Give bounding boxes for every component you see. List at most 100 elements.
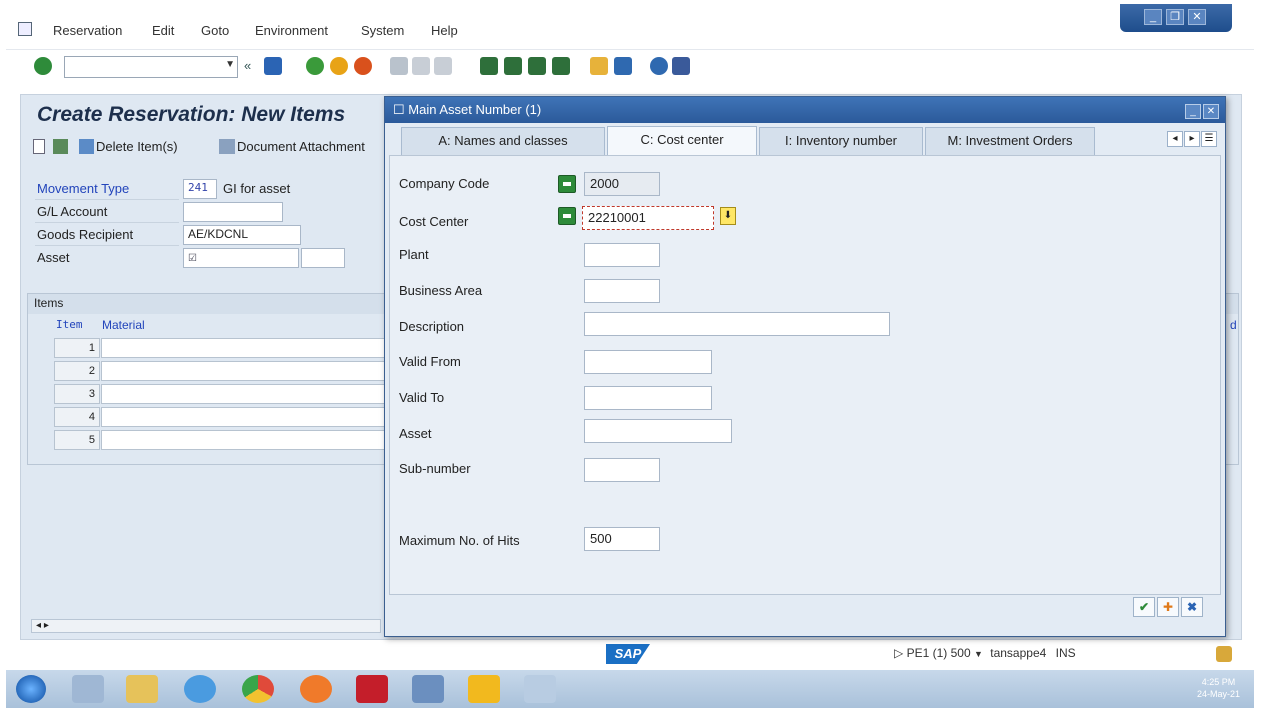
document-attachment-button[interactable]: Document Attachment [237, 139, 365, 154]
gl-account-input[interactable] [183, 202, 283, 222]
scroll-left-icon[interactable]: ◂ [36, 620, 41, 631]
close-icon[interactable]: ✕ [1188, 9, 1206, 25]
previous-page-icon[interactable] [504, 57, 522, 75]
matchcode-icon[interactable] [558, 175, 576, 193]
dialog-title: Main Asset Number (1) [408, 102, 542, 117]
enter-icon[interactable] [34, 57, 52, 75]
details-icon[interactable] [53, 139, 68, 154]
tab-cost-center[interactable]: C: Cost center [607, 126, 757, 156]
cancel-icon[interactable]: ✖ [1181, 597, 1203, 617]
lock-icon[interactable] [1216, 646, 1232, 662]
new-document-icon[interactable] [33, 139, 45, 154]
movement-type-label: Movement Type [37, 181, 130, 196]
help-icon[interactable] [650, 57, 668, 75]
menu-goto[interactable]: Goto [201, 23, 229, 38]
system-clock[interactable]: 4:25 PM 24-May-21 [1197, 676, 1240, 700]
tab-scroll-right-icon[interactable]: ▸ [1184, 131, 1200, 147]
plant-label: Plant [399, 247, 429, 262]
material-cell[interactable] [101, 430, 391, 450]
valid-from-input[interactable] [584, 350, 712, 374]
file-explorer-icon[interactable] [126, 675, 158, 703]
menu-reservation[interactable]: Reservation [53, 23, 122, 38]
first-page-icon[interactable] [480, 57, 498, 75]
movement-type-text: GI for asset [223, 181, 291, 196]
menu-help[interactable]: Help [431, 23, 458, 38]
row-number: 1 [54, 338, 100, 358]
dialog-close-icon[interactable]: ✕ [1203, 104, 1219, 119]
sap-logon-icon[interactable] [412, 675, 444, 703]
next-page-icon[interactable] [528, 57, 546, 75]
tab-inventory-number[interactable]: I: Inventory number [759, 127, 923, 155]
print-icon[interactable] [390, 57, 408, 75]
sap-gui-icon[interactable] [468, 675, 500, 703]
movement-type-input[interactable]: 241 [183, 179, 217, 199]
last-page-icon[interactable] [552, 57, 570, 75]
value-help-icon[interactable]: ⬇ [720, 207, 736, 225]
cancel-icon[interactable] [354, 57, 372, 75]
matchcode-icon[interactable] [558, 207, 576, 225]
back-icon[interactable] [306, 57, 324, 75]
goods-recipient-input[interactable]: AE/KDCNL [183, 225, 301, 245]
scroll-right-icon[interactable]: ▸ [44, 620, 49, 631]
description-input[interactable] [584, 312, 890, 336]
material-cell[interactable] [101, 407, 391, 427]
column-header-item[interactable]: Item [56, 318, 83, 331]
session-icon[interactable] [18, 22, 32, 36]
material-cell[interactable] [101, 338, 391, 358]
command-field[interactable]: ▼ [64, 56, 238, 78]
menu-environment[interactable]: Environment [255, 23, 328, 38]
dialog-minimize-icon[interactable]: _ [1185, 104, 1201, 119]
material-cell[interactable] [101, 384, 391, 404]
tab-investment-orders[interactable]: M: Investment Orders [925, 127, 1095, 155]
asset-input[interactable] [584, 419, 732, 443]
menu-edit[interactable]: Edit [152, 23, 174, 38]
collapse-icon[interactable]: « [244, 58, 251, 73]
menu-system[interactable]: System [361, 23, 404, 38]
chrome-icon[interactable] [242, 675, 274, 703]
start-button-icon[interactable] [16, 675, 46, 703]
find-next-icon[interactable] [434, 57, 452, 75]
system-info[interactable]: PE1 (1) 500 [907, 646, 971, 660]
horizontal-scrollbar[interactable]: ◂ ▸ [31, 619, 381, 633]
restore-icon[interactable]: ❐ [1166, 9, 1184, 25]
internet-explorer-icon[interactable] [184, 675, 216, 703]
column-header-material[interactable]: Material [102, 318, 145, 332]
find-icon[interactable] [412, 57, 430, 75]
minimize-icon[interactable]: _ [1144, 9, 1162, 25]
f4-help-icon[interactable]: ☑ [188, 253, 197, 264]
firefox-icon[interactable] [300, 675, 332, 703]
plant-input[interactable] [584, 243, 660, 267]
material-cell[interactable] [101, 361, 391, 381]
exit-icon[interactable] [330, 57, 348, 75]
chevron-down-icon[interactable]: ▼ [974, 649, 983, 659]
play-icon[interactable]: ▷ [894, 646, 903, 660]
cost-center-input[interactable]: 22210001 [582, 206, 714, 230]
save-icon[interactable] [264, 57, 282, 75]
business-area-input[interactable] [584, 279, 660, 303]
asset-input[interactable]: ☑ [183, 248, 299, 268]
multiple-selection-icon[interactable]: ✚ [1157, 597, 1179, 617]
new-session-icon[interactable] [590, 57, 608, 75]
shield-app-icon[interactable] [356, 675, 388, 703]
delete-items-button[interactable]: Delete Item(s) [96, 139, 178, 154]
valid-to-input[interactable] [584, 386, 712, 410]
trash-icon[interactable] [79, 139, 94, 154]
shortcut-icon[interactable] [614, 57, 632, 75]
continue-icon[interactable]: ✔ [1133, 597, 1155, 617]
valid-to-label: Valid To [399, 390, 445, 405]
customize-icon[interactable] [672, 57, 690, 75]
label-divider [35, 245, 179, 246]
media-player-icon[interactable] [72, 675, 104, 703]
tab-names-and-classes[interactable]: A: Names and classes [401, 127, 605, 155]
tab-scroll-left-icon[interactable]: ◂ [1167, 131, 1183, 147]
attachment-icon[interactable] [219, 139, 235, 154]
row-number: 4 [54, 407, 100, 427]
tab-list-icon[interactable]: ☰ [1201, 131, 1217, 147]
max-hits-input[interactable]: 500 [584, 527, 660, 551]
company-code-input[interactable]: 2000 [584, 172, 660, 196]
chevron-down-icon[interactable]: ▼ [225, 59, 235, 70]
dialog-body: Company Code 2000 Cost Center 22210001 ⬇… [389, 155, 1221, 595]
paint-icon[interactable] [524, 675, 556, 703]
asset-subnumber-input[interactable] [301, 248, 345, 268]
subnumber-input[interactable] [584, 458, 660, 482]
